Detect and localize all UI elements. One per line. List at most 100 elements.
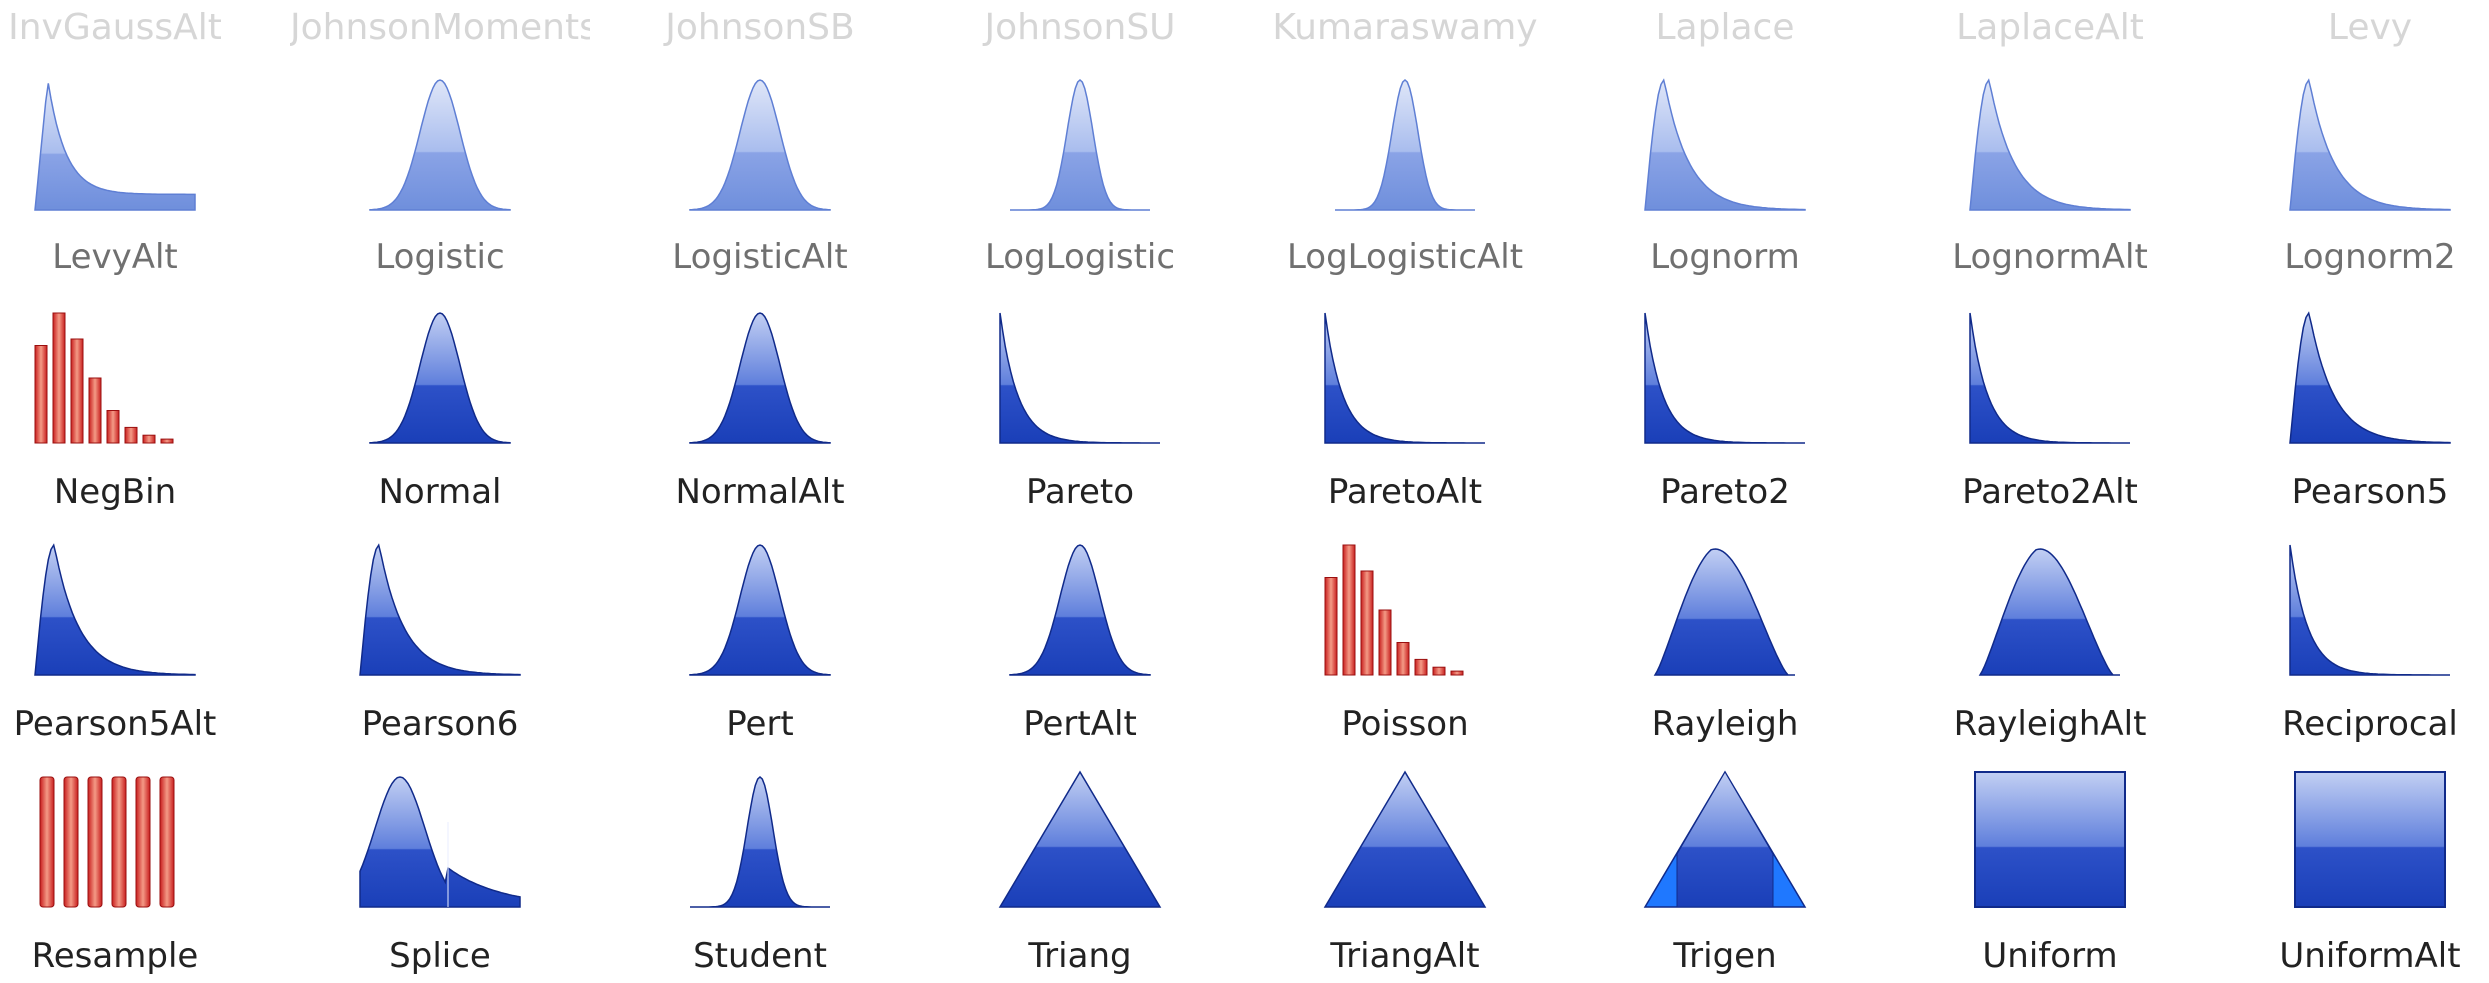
distribution-item-neg-bin[interactable]: NegBin <box>0 298 265 531</box>
curve-shape <box>1010 78 1150 211</box>
splice-curve-icon <box>359 776 521 908</box>
distribution-item-triang-alt[interactable]: TriangAlt <box>1255 762 1555 983</box>
right-skew-curve-icon <box>34 543 196 676</box>
distribution-item-pearson5-alt[interactable]: Pearson5Alt <box>0 530 265 763</box>
uniform-block <box>2294 771 2446 908</box>
triangle-shape <box>998 770 1162 908</box>
bar <box>1432 666 1446 676</box>
distribution-item-pareto-alt[interactable]: ParetoAlt <box>1255 298 1555 531</box>
distribution-item-pert-alt[interactable]: PertAlt <box>930 530 1230 763</box>
distribution-label: Triang <box>1028 936 1132 976</box>
distribution-item-levy-alt[interactable]: LevyAlt <box>0 65 265 298</box>
distribution-item-logistic-alt[interactable]: LogisticAlt <box>610 65 910 298</box>
header-label-kumaraswamy[interactable]: Kumaraswamy <box>1255 0 1555 56</box>
header-label-johnsonmoments[interactable]: JohnsonMoments <box>290 0 590 56</box>
curve-shape <box>690 775 830 908</box>
header-label-johnsonsu[interactable]: JohnsonSU <box>930 0 1230 56</box>
bar <box>142 434 156 444</box>
distribution-label: LogLogisticAlt <box>1286 237 1524 277</box>
distribution-item-lognorm2[interactable]: Lognorm2 <box>2220 65 2489 298</box>
distribution-item-log-logistic[interactable]: LogLogistic <box>930 65 1230 298</box>
peak-curve-icon <box>1335 78 1475 211</box>
distribution-item-splice[interactable]: Splice <box>290 762 590 983</box>
right-skew-curve-icon <box>2289 311 2451 444</box>
distribution-item-pearson6[interactable]: Pearson6 <box>290 530 590 763</box>
uniform-block-icon <box>2294 771 2446 908</box>
bell-curve-icon <box>1009 544 1151 676</box>
distribution-item-rayleigh-alt[interactable]: RayleighAlt <box>1900 530 2200 763</box>
header-label-laplacealt[interactable]: LaplaceAlt <box>1900 0 2200 56</box>
distribution-item-pearson5[interactable]: Pearson5 <box>2220 298 2489 531</box>
distribution-label: Trigen <box>1673 936 1777 976</box>
right-skew-curve-icon <box>2289 78 2451 211</box>
distribution-label: LevyAlt <box>52 237 178 277</box>
distribution-item-resample[interactable]: Resample <box>0 762 265 983</box>
distribution-item-pert[interactable]: Pert <box>610 530 910 763</box>
distribution-item-log-logistic-alt[interactable]: LogLogisticAlt <box>1255 65 1555 298</box>
curve-shape <box>1335 78 1475 211</box>
distribution-label: ParetoAlt <box>1327 472 1483 512</box>
header-label-laplace[interactable]: Laplace <box>1575 0 1875 56</box>
bar <box>34 345 48 444</box>
distribution-item-uniform[interactable]: Uniform <box>1900 762 2200 983</box>
distribution-item-poisson[interactable]: Poisson <box>1255 530 1555 763</box>
equal-bars-icon <box>39 776 175 908</box>
bar <box>70 338 84 444</box>
distribution-gallery: InvGaussAlt JohnsonMoments JohnsonSB Joh… <box>0 0 2489 983</box>
curve-shape <box>689 312 831 444</box>
distribution-item-reciprocal[interactable]: Reciprocal <box>2220 530 2489 763</box>
distribution-item-uniform-alt[interactable]: UniformAlt <box>2220 762 2489 983</box>
header-label-johnsonsb[interactable]: JohnsonSB <box>610 0 910 56</box>
distribution-label: Resample <box>31 936 199 976</box>
curve-shape <box>2289 544 2450 676</box>
distribution-item-normal-alt[interactable]: NormalAlt <box>610 298 910 531</box>
distribution-label: Pearson5Alt <box>13 704 217 744</box>
curve-shape <box>1009 544 1151 676</box>
curve-shape <box>359 776 521 908</box>
distribution-label: Reciprocal <box>2282 704 2458 744</box>
distribution-label: Lognorm2 <box>2284 237 2456 277</box>
skewed-hump-curve-icon <box>1653 548 1795 676</box>
curve-shape <box>1644 312 1805 444</box>
distribution-item-triang[interactable]: Triang <box>930 762 1230 983</box>
triangle-icon <box>998 770 1162 908</box>
bell-curve-icon <box>369 312 511 444</box>
uniform-block-icon <box>1974 771 2126 908</box>
distribution-item-trigen[interactable]: Trigen <box>1575 762 1875 983</box>
distribution-item-logistic[interactable]: Logistic <box>290 65 590 298</box>
distribution-item-student[interactable]: Student <box>610 762 910 983</box>
curve-shape <box>1644 78 1806 211</box>
header-label-invgaussalt[interactable]: InvGaussAlt <box>0 0 265 56</box>
distribution-label: TriangAlt <box>1330 936 1480 976</box>
distribution-item-lognorm-alt[interactable]: LognormAlt <box>1900 65 2200 298</box>
distribution-item-pareto2-alt[interactable]: Pareto2Alt <box>1900 298 2200 531</box>
curve-shape <box>359 543 521 676</box>
peak-curve-icon <box>1010 78 1150 211</box>
bar <box>52 312 66 444</box>
distribution-label: Rayleigh <box>1651 704 1799 744</box>
distribution-label: Uniform <box>1982 936 2118 976</box>
distribution-item-rayleigh[interactable]: Rayleigh <box>1575 530 1875 763</box>
curve-shape <box>34 543 196 676</box>
distribution-label: LognormAlt <box>1952 237 2148 277</box>
discrete-bars-icon <box>1324 544 1464 676</box>
curve-shape <box>2289 311 2451 444</box>
triangle-shape <box>1323 770 1487 908</box>
uniform-block <box>1974 771 2126 908</box>
header-label-levy[interactable]: Levy <box>2220 0 2489 56</box>
decay-curve-icon <box>1969 312 2130 444</box>
distribution-item-pareto2[interactable]: Pareto2 <box>1575 298 1875 531</box>
distribution-label: LogLogistic <box>984 237 1176 277</box>
triangle-inner <box>1676 771 1774 908</box>
curve-shape <box>689 544 831 676</box>
bell-curve-icon <box>689 79 831 211</box>
bar <box>159 776 175 908</box>
distribution-label: NormalAlt <box>675 472 845 512</box>
distribution-item-lognorm[interactable]: Lognorm <box>1575 65 1875 298</box>
skewed-hump-curve-icon <box>1978 548 2120 676</box>
distribution-item-pareto[interactable]: Pareto <box>930 298 1230 531</box>
distribution-label: Splice <box>389 936 491 976</box>
curve-shape <box>34 83 196 211</box>
distribution-label: Pareto <box>1025 472 1135 512</box>
distribution-item-normal[interactable]: Normal <box>290 298 590 531</box>
